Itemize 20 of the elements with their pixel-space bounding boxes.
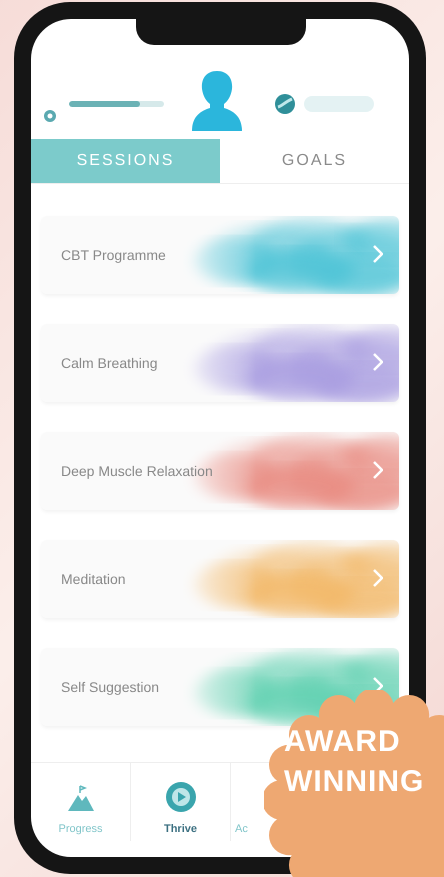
coin-pill xyxy=(304,96,374,112)
mountain-icon xyxy=(66,782,96,812)
session-title: Calm Breathing xyxy=(60,354,158,373)
chevron-right-icon xyxy=(373,461,383,479)
globe-icon[interactable] xyxy=(274,93,296,115)
session-title: Self Suggestion xyxy=(60,678,160,697)
chevron-right-icon xyxy=(373,353,383,371)
nav-tab[interactable]: Progress xyxy=(31,763,131,841)
play-icon xyxy=(164,780,196,812)
nav-tab[interactable]: Thrive xyxy=(131,763,231,841)
nav-tab[interactable]: Ac xyxy=(231,763,261,841)
session-title: Meditation xyxy=(60,570,126,588)
chevron-right-icon xyxy=(373,569,383,587)
award-text: WINNING xyxy=(284,764,424,800)
award-text: AWARD xyxy=(284,724,401,760)
tab[interactable]: SESSIONS xyxy=(31,139,220,183)
chevron-right-icon xyxy=(373,245,383,263)
session-title: Deep Muscle Relaxation xyxy=(60,462,213,481)
session-title: CBT Programme xyxy=(60,246,166,265)
settings-icon[interactable] xyxy=(43,109,57,123)
